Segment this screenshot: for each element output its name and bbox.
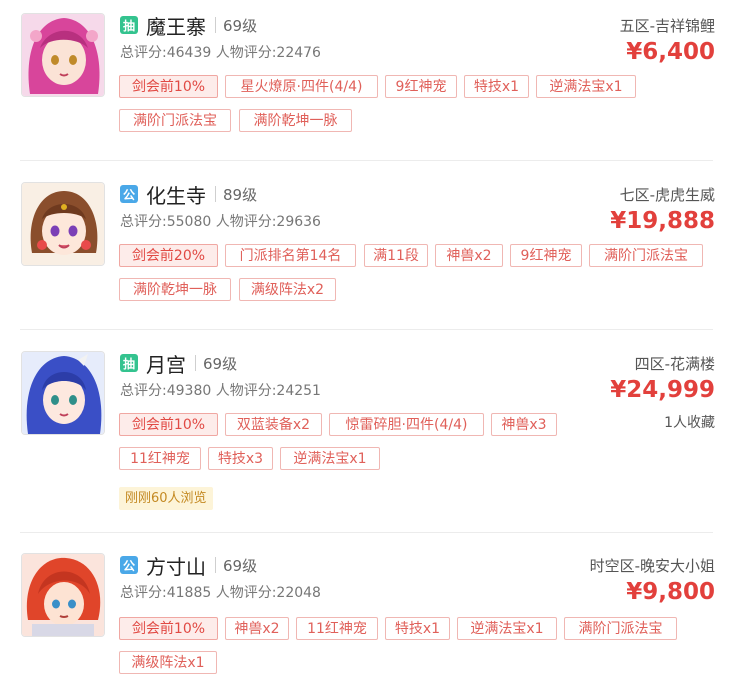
tag: 逆满法宝x1	[536, 75, 636, 98]
server-name: 七区-虎虎生威	[619, 186, 715, 204]
tag: 剑会前10%	[119, 617, 218, 640]
draw-badge: 抽	[120, 16, 138, 34]
tag: 满阶乾坤一脉	[239, 109, 352, 132]
price: ¥24,999	[610, 377, 715, 403]
draw-badge: 抽	[120, 354, 138, 372]
tag: 星火燎原·四件(4/4)	[225, 75, 378, 98]
score-summary: 总评分:46439 人物评分:22476	[120, 45, 321, 61]
listing-card[interactable]: 公 方寸山 69级 总评分:41885 人物评分:22048 时空区-晚安大小姐…	[0, 553, 729, 687]
tag: 满阶门派法宝	[589, 244, 703, 267]
listing-card[interactable]: 抽 月宫 69级 总评分:49380 人物评分:24251 四区-花满楼 ¥24…	[0, 351, 729, 516]
tag: 特技x1	[385, 617, 450, 640]
tag: 满11段	[364, 244, 428, 267]
row-divider	[20, 329, 713, 330]
character-level: 69级	[223, 556, 258, 575]
tag: 满级阵法x1	[119, 651, 217, 674]
favorites-count: 1人收藏	[664, 415, 715, 431]
server-name: 时空区-晚安大小姐	[589, 557, 715, 575]
red-haired-character-avatar[interactable]	[21, 553, 105, 637]
score-summary: 总评分:49380 人物评分:24251	[120, 383, 321, 399]
tag: 逆满法宝x1	[280, 447, 380, 470]
tag: 11红神宠	[296, 617, 378, 640]
character-level: 89级	[223, 185, 258, 204]
tag: 特技x3	[208, 447, 273, 470]
tag: 神兽x3	[491, 413, 557, 436]
server-name: 五区-吉祥锦鲤	[619, 17, 715, 35]
tag: 双蓝装备x2	[225, 413, 322, 436]
score-summary: 总评分:55080 人物评分:29636	[120, 214, 321, 230]
tag: 门派排名第14名	[225, 244, 356, 267]
public-badge: 公	[120, 185, 138, 203]
pink-haired-character-avatar[interactable]	[21, 13, 105, 97]
tag: 剑会前20%	[119, 244, 218, 267]
school-name: 魔王寨	[146, 14, 206, 39]
score-summary: 总评分:41885 人物评分:22048	[120, 585, 321, 601]
price: ¥9,800	[626, 579, 715, 605]
price: ¥6,400	[626, 39, 715, 65]
listing-header: 抽 月宫 69级	[120, 351, 238, 377]
listing-header: 公 化生寺 89级	[120, 182, 258, 208]
tag: 剑会前10%	[119, 413, 218, 436]
tag: 满级阵法x2	[239, 278, 336, 301]
tag: 逆满法宝x1	[457, 617, 557, 640]
tag: 满阶乾坤一脉	[119, 278, 231, 301]
tag: 神兽x2	[435, 244, 503, 267]
listing-list: 抽 魔王寨 69级 总评分:46439 人物评分:22476 五区-吉祥锦鲤 ¥…	[0, 0, 729, 687]
row-divider	[20, 160, 713, 161]
public-badge: 公	[120, 556, 138, 574]
listing-card[interactable]: 抽 魔王寨 69级 总评分:46439 人物评分:22476 五区-吉祥锦鲤 ¥…	[0, 13, 729, 153]
tag: 满阶门派法宝	[564, 617, 677, 640]
divider	[215, 17, 216, 33]
brown-haired-character-avatar[interactable]	[21, 182, 105, 266]
school-name: 方寸山	[146, 554, 206, 579]
tag: 11红神宠	[119, 447, 201, 470]
blue-haired-character-avatar[interactable]	[21, 351, 105, 435]
listing-card[interactable]: 公 化生寺 89级 总评分:55080 人物评分:29636 七区-虎虎生威 ¥…	[0, 182, 729, 312]
character-level: 69级	[223, 16, 258, 35]
server-name: 四区-花满楼	[634, 355, 715, 373]
listing-header: 抽 魔王寨 69级	[120, 13, 258, 39]
tag: 惊雷碎胆·四件(4/4)	[329, 413, 484, 436]
character-level: 69级	[203, 354, 238, 373]
listing-header: 公 方寸山 69级	[120, 553, 258, 579]
tag: 剑会前10%	[119, 75, 218, 98]
divider	[215, 186, 216, 202]
tag: 满阶门派法宝	[119, 109, 231, 132]
tag: 9红神宠	[510, 244, 582, 267]
divider	[215, 557, 216, 573]
school-name: 月宫	[146, 352, 186, 377]
tag: 9红神宠	[385, 75, 457, 98]
price: ¥19,888	[610, 208, 715, 234]
school-name: 化生寺	[146, 183, 206, 208]
tag: 特技x1	[464, 75, 529, 98]
tag: 神兽x2	[225, 617, 289, 640]
divider	[195, 355, 196, 371]
recent-views-badge: 刚刚60人浏览	[119, 487, 213, 510]
row-divider	[20, 532, 713, 533]
